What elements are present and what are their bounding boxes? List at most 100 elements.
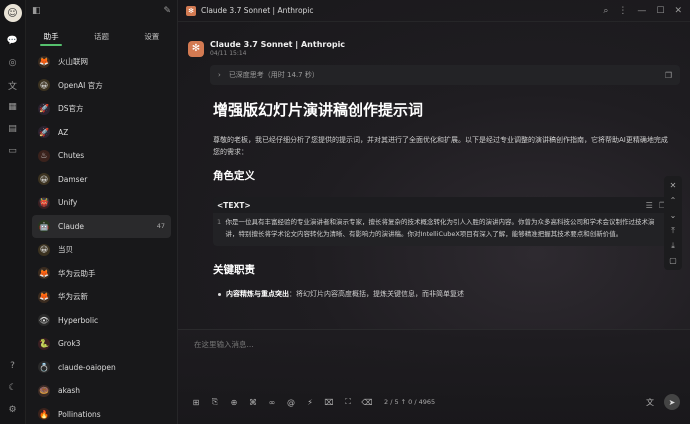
- assistant-emoji-icon: 🦊: [38, 290, 50, 303]
- theme-icon[interactable]: ☾: [5, 380, 21, 396]
- assistant-emoji-icon: 😀: [38, 173, 50, 186]
- list-item[interactable]: 🐍 Grok3: [32, 332, 171, 356]
- apps-icon[interactable]: ▦: [5, 99, 21, 115]
- list-item[interactable]: 😀 OpenAI 官方: [32, 74, 171, 98]
- translate-input-icon[interactable]: 文: [646, 397, 654, 408]
- copy-icon[interactable]: ❐: [665, 71, 672, 80]
- assistant-name: OpenAI 官方: [58, 80, 103, 90]
- assistant-emoji-icon: ♨: [38, 149, 50, 162]
- maximize-icon[interactable]: ☐: [656, 6, 664, 16]
- assistant-emoji-icon: 💍: [38, 361, 50, 374]
- chevron-down-icon[interactable]: ⌄: [670, 208, 677, 223]
- assistant-list: 🦊 火山联网 😀 OpenAI 官方 🚀 DS官方 🚀 AZ ♨ Chutes 😀 Damser 👹 Un…: [26, 46, 177, 424]
- send-button[interactable]: ➤: [664, 394, 680, 410]
- user-avatar[interactable]: ☺: [3, 4, 22, 22]
- assistant-panel: ◧ ✎ 助手 话题 设置 🦊 火山联网 😀 OpenAI 官方 🚀 DS官方 🚀 AZ ♨ Chu…: [26, 0, 178, 424]
- assistant-name: Claude: [58, 221, 85, 231]
- list-item[interactable]: 💍 claude-oaiopen: [32, 356, 171, 380]
- list-item[interactable]: 😀 当贝: [32, 238, 171, 262]
- code-header: <TEXT> ☰ ❐: [213, 197, 670, 213]
- files-icon[interactable]: ▤: [5, 121, 21, 137]
- minimize-icon[interactable]: —: [637, 6, 646, 16]
- assistant-emoji-icon: 🦊: [38, 267, 50, 280]
- assistant-name: Hyperbolic: [58, 315, 99, 325]
- input-area: 在这里输入消息... ⊞ ⎘ ⊕ ⌘ ∞ @ ⚡ ⌧ ⛶ ⌫ 2 / 5 ↑ 0…: [178, 329, 690, 424]
- quick-phrase-icon[interactable]: ⚡: [302, 395, 318, 409]
- list-item[interactable]: 🦊 华为云新: [32, 285, 171, 309]
- knowledge-icon[interactable]: ⌘: [245, 395, 261, 409]
- assistant-name: 当贝: [58, 245, 73, 255]
- mention-icon[interactable]: @: [283, 395, 299, 409]
- assistant-name: 华为云助手: [58, 268, 96, 278]
- assistant-emoji-icon: 🚀: [38, 126, 50, 139]
- scroll-top-icon[interactable]: ⤒: [671, 223, 675, 238]
- assistant-name: AZ: [58, 127, 69, 137]
- list-item[interactable]: 🤖 Claude 47: [32, 214, 171, 238]
- new-topic-icon[interactable]: ⊞: [188, 395, 204, 409]
- scroll-bottom-icon[interactable]: ⤓: [671, 238, 675, 253]
- code-block: <TEXT> ☰ ❐ 1 你是一位具有丰富经验的专业演讲者和演示专家，擅长将复杂…: [213, 197, 670, 246]
- chat-icon[interactable]: 💬: [5, 33, 21, 49]
- message-model-name: Claude 3.7 Sonnet | Anthropic: [210, 40, 346, 49]
- thinking-label: 已深度思考（用时 14.7 秒）: [228, 71, 319, 79]
- list-item: 内容精炼与重点突出 ：将幻灯片内容高度概括，提炼关键信息，而非简单复述: [218, 289, 670, 299]
- assistant-name: 华为云新: [58, 292, 88, 302]
- window-title: Claude 3.7 Sonnet | Anthropic: [201, 6, 314, 15]
- list-item[interactable]: 👹 Unify: [32, 191, 171, 215]
- eraser-icon[interactable]: ⌫: [359, 395, 375, 409]
- assistant-emoji-icon: 🚀: [38, 102, 50, 115]
- wrap-icon[interactable]: ☰: [646, 201, 653, 210]
- list-item[interactable]: 🚀 DS官方: [32, 97, 171, 121]
- settings-icon[interactable]: ⚙: [5, 402, 21, 418]
- translate-icon[interactable]: 文: [5, 77, 21, 93]
- chevron-up-icon[interactable]: ⌃: [670, 193, 677, 208]
- list-item[interactable]: 🍩 akash: [32, 379, 171, 403]
- message-title: 增强版幻灯片演讲稿创作提示词: [213, 101, 424, 119]
- assistant-name: Damser: [58, 174, 88, 184]
- clear-icon[interactable]: ⌧: [321, 395, 337, 409]
- thinking-block[interactable]: › 已深度思考（用时 14.7 秒） ❐: [210, 65, 680, 85]
- message-intro: 尊敬的老板，我已经仔细分析了您提供的提示词，并对其进行了全面优化和扩展。以下是经…: [213, 136, 668, 156]
- list-item[interactable]: ♨ Chutes: [32, 144, 171, 168]
- list-item[interactable]: 👁 Hyperbolic: [32, 309, 171, 333]
- message-input[interactable]: 在这里输入消息...: [194, 339, 254, 350]
- input-toolbar: ⊞ ⎘ ⊕ ⌘ ∞ @ ⚡ ⌧ ⛶ ⌫ 2 / 5 ↑ 0 / 4965 文 ➤: [188, 394, 680, 410]
- palette-icon[interactable]: ◎: [5, 55, 21, 71]
- message-header: ✻ Claude 3.7 Sonnet | Anthropic 04/11 15…: [188, 40, 684, 57]
- panel-top-bar: ◧ ✎: [26, 0, 177, 22]
- list-item[interactable]: 🔥 Pollinations: [32, 403, 171, 424]
- close-icon[interactable]: ✕: [670, 178, 677, 193]
- attachment-icon[interactable]: ⎘: [207, 395, 223, 409]
- chevron-right-icon: ›: [218, 71, 221, 79]
- list-item[interactable]: 🚀 AZ: [32, 121, 171, 145]
- list-item[interactable]: 🦊 火山联网: [32, 50, 171, 74]
- more-icon[interactable]: ⋮: [618, 6, 627, 16]
- help-icon[interactable]: ?: [5, 358, 21, 374]
- link-icon[interactable]: ∞: [264, 395, 280, 409]
- bullet-dot: [218, 292, 221, 296]
- search-icon[interactable]: ⌕: [603, 6, 608, 16]
- folder-icon[interactable]: ▭: [5, 143, 21, 159]
- new-chat-icon[interactable]: ✎: [163, 6, 171, 16]
- bullet-bold-text: 内容精炼与重点突出: [226, 290, 289, 298]
- code-language-label: <TEXT>: [217, 200, 251, 210]
- assistant-emoji-icon: 🔥: [38, 408, 50, 421]
- assistant-emoji-icon: 👹: [38, 196, 50, 209]
- chat-main: ✻ Claude 3.7 Sonnet | Anthropic ⌕ ⋮ — ☐ …: [178, 0, 690, 424]
- code-body: 1 你是一位具有丰富经验的专业演讲者和演示专家，擅长将复杂的技术概念转化为引人入…: [213, 213, 670, 246]
- tab-topics[interactable]: 话题: [76, 27, 126, 42]
- list-item[interactable]: 😀 Damser: [32, 168, 171, 192]
- tab-settings[interactable]: 设置: [127, 27, 177, 42]
- chat-scroll[interactable]: ✻ Claude 3.7 Sonnet | Anthropic 04/11 15…: [178, 22, 690, 368]
- claude-logo-icon: ✻: [186, 5, 196, 16]
- fullscreen-icon[interactable]: ⛶: [340, 395, 356, 409]
- sidebar-toggle-icon[interactable]: ◧: [32, 6, 41, 16]
- left-rail: ☺ 💬 ◎ 文 ▦ ▤ ▭ ? ☾ ⚙: [0, 0, 26, 424]
- close-icon[interactable]: ✕: [674, 6, 682, 16]
- web-search-icon[interactable]: ⊕: [226, 395, 242, 409]
- list-item[interactable]: 🦊 华为云助手: [32, 262, 171, 286]
- tab-assistants[interactable]: 助手: [26, 27, 76, 42]
- assistant-emoji-icon: 😀: [38, 79, 50, 92]
- bullet-text: ：将幻灯片内容高度概括，提炼关键信息，而非简单复述: [289, 290, 464, 298]
- expand-icon[interactable]: ▢: [669, 253, 677, 268]
